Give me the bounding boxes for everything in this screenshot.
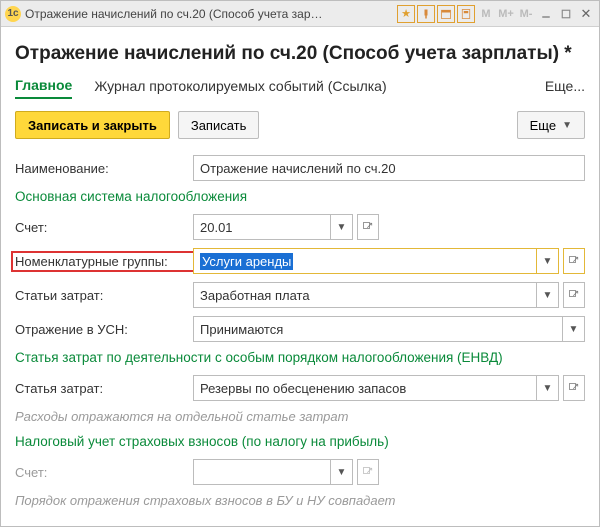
- row-account: Счет: 20.01 ▼: [15, 214, 585, 240]
- cost2-dropdown-button[interactable]: ▼: [537, 375, 559, 401]
- pin-icon[interactable]: [417, 5, 435, 23]
- row-name: Наименование: Отражение начислений по сч…: [15, 155, 585, 181]
- nomgrp-label: Номенклатурные группы:: [15, 254, 168, 269]
- hint-insurance-same: Порядок отражения страховых взносов в БУ…: [15, 493, 585, 508]
- hint-separate-cost: Расходы отражаются на отдельной статье з…: [15, 409, 585, 424]
- tab-journal[interactable]: Журнал протоколируемых событий (Ссылка): [94, 78, 386, 98]
- nomgrp-selected-value: Услуги аренды: [200, 253, 293, 270]
- favorite-icon[interactable]: ★: [397, 5, 415, 23]
- app-icon: 1c: [5, 6, 21, 22]
- tabs: Главное Журнал протоколируемых событий (…: [15, 77, 585, 99]
- name-label: Наименование:: [15, 161, 193, 176]
- cost2-label: Статья затрат:: [15, 381, 193, 396]
- m-minus-button[interactable]: M-: [517, 5, 535, 23]
- titlebar: 1c Отражение начислений по сч.20 (Способ…: [1, 1, 599, 27]
- account-dropdown-button[interactable]: ▼: [331, 214, 353, 240]
- save-and-close-button[interactable]: Записать и закрыть: [15, 111, 170, 139]
- cost2-open-button[interactable]: [563, 375, 585, 401]
- window-title: Отражение начислений по сч.20 (Способ уч…: [25, 7, 325, 21]
- nomgrp-input[interactable]: Услуги аренды: [193, 248, 537, 274]
- maximize-button[interactable]: [557, 5, 575, 23]
- action-icon[interactable]: [437, 5, 455, 23]
- account-label: Счет:: [15, 220, 193, 235]
- section-enbd: Статья затрат по деятельности с особым п…: [15, 350, 585, 365]
- more-button[interactable]: Еще ▼: [517, 111, 585, 139]
- toolbar: Записать и закрыть Записать Еще ▼: [15, 111, 585, 139]
- account-open-button[interactable]: [357, 214, 379, 240]
- page-title: Отражение начислений по сч.20 (Способ уч…: [15, 43, 585, 65]
- nomgrp-open-button[interactable]: [563, 248, 585, 274]
- account2-open-button[interactable]: [357, 459, 379, 485]
- cost2-input[interactable]: Резервы по обесценению запасов: [193, 375, 537, 401]
- close-button[interactable]: ✕: [577, 5, 595, 23]
- tab-more[interactable]: Еще...: [545, 78, 585, 98]
- cost-open-button[interactable]: [563, 282, 585, 308]
- calc-icon[interactable]: [457, 5, 475, 23]
- name-input[interactable]: Отражение начислений по сч.20: [193, 155, 585, 181]
- minimize-button[interactable]: [537, 5, 555, 23]
- row-cost-item-2: Статья затрат: Резервы по обесценению за…: [15, 375, 585, 401]
- usn-label: Отражение в УСН:: [15, 322, 193, 337]
- cost-label: Статьи затрат:: [15, 288, 193, 303]
- cost-input[interactable]: Заработная плата: [193, 282, 537, 308]
- save-button[interactable]: Записать: [178, 111, 260, 139]
- account2-label: Счет:: [15, 465, 193, 480]
- tab-main[interactable]: Главное: [15, 77, 72, 99]
- account2-input[interactable]: [193, 459, 331, 485]
- cost-dropdown-button[interactable]: ▼: [537, 282, 559, 308]
- account-input[interactable]: 20.01: [193, 214, 331, 240]
- app-window: 1c Отражение начислений по сч.20 (Способ…: [0, 0, 600, 527]
- nomgrp-dropdown-button[interactable]: ▼: [537, 248, 559, 274]
- row-usn: Отражение в УСН: Принимаются ▼: [15, 316, 585, 342]
- chevron-down-icon: ▼: [562, 120, 572, 131]
- m-button[interactable]: M: [477, 5, 495, 23]
- section-tax-insurance: Налоговый учет страховых взносов (по нал…: [15, 434, 585, 449]
- row-account-2: Счет: ▼: [15, 459, 585, 485]
- usn-input[interactable]: Принимаются: [193, 316, 563, 342]
- m-plus-button[interactable]: M+: [497, 5, 515, 23]
- row-cost-items: Статьи затрат: Заработная плата ▼: [15, 282, 585, 308]
- usn-dropdown-button[interactable]: ▼: [563, 316, 585, 342]
- section-main-tax: Основная система налогообложения: [15, 189, 585, 204]
- content-area: Отражение начислений по сч.20 (Способ уч…: [1, 27, 599, 526]
- account2-dropdown-button[interactable]: ▼: [331, 459, 353, 485]
- more-button-label: Еще: [530, 118, 556, 133]
- row-nomenclature-groups: Номенклатурные группы: Услуги аренды ▼: [15, 248, 585, 274]
